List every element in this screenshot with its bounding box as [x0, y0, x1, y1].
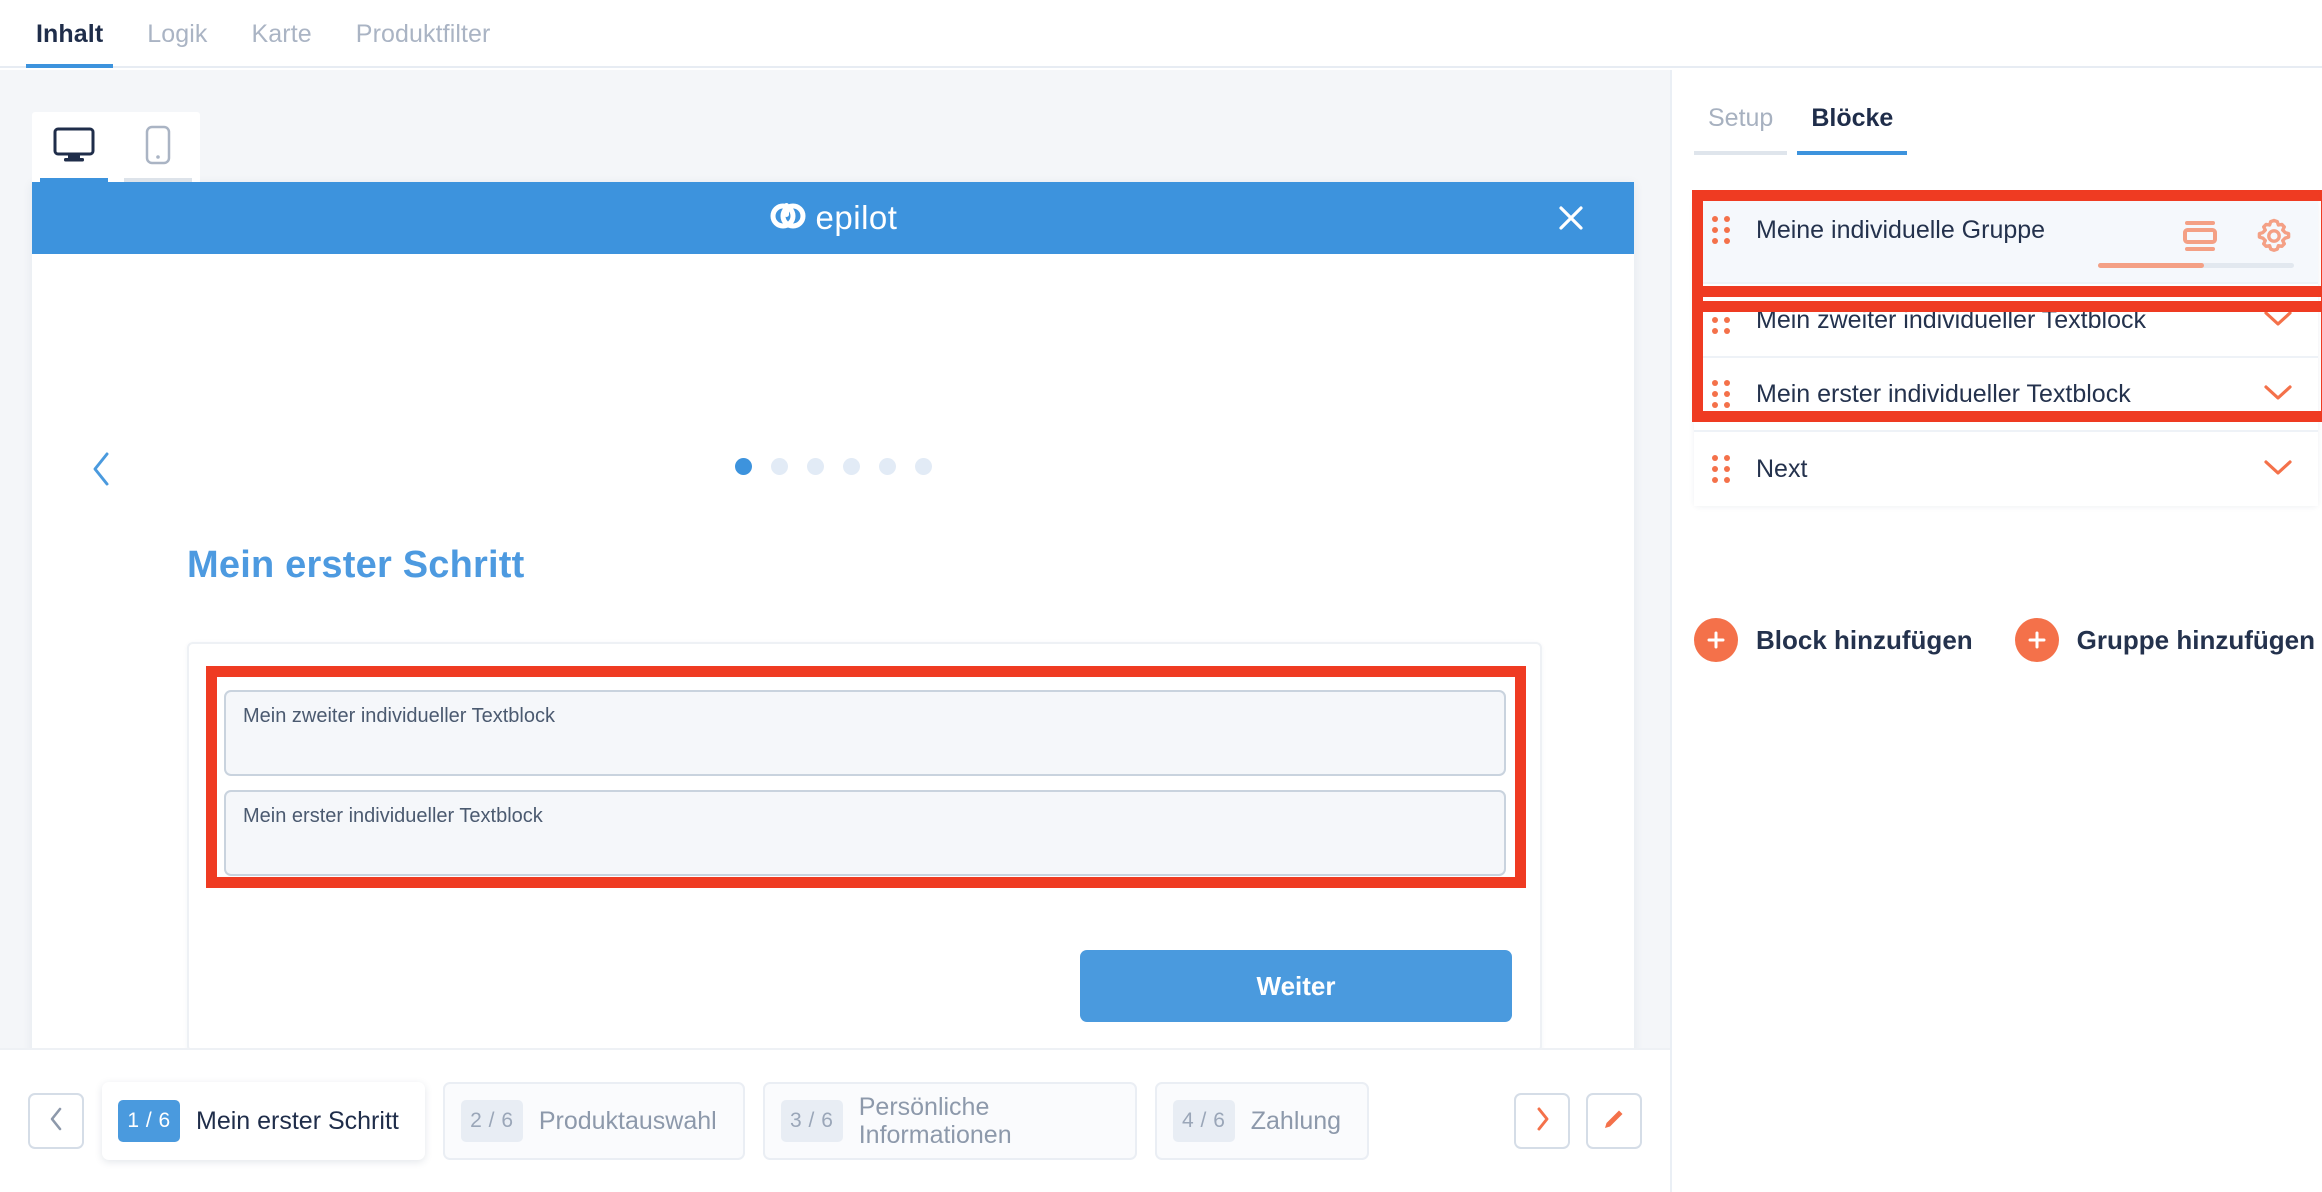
close-icon[interactable]: [1554, 201, 1588, 235]
step-chip-1-number: 1 / 6: [118, 1100, 180, 1142]
step-navigator: 1 / 6 Mein erster Schritt 2 / 6 Produkta…: [0, 1048, 1670, 1192]
preview-body: Mein erster Schritt Mein zweiter individ…: [32, 254, 1634, 1088]
block-row-3[interactable]: Next: [1694, 432, 2318, 506]
tab-produktfilter-label: Produktfilter: [355, 19, 491, 48]
epilot-logo: epilot: [769, 197, 898, 240]
textblock-input-1[interactable]: Mein zweiter individueller Textblock: [224, 690, 1506, 776]
editor-region: epilot Mein erster Schritt Mein zweiter …: [0, 70, 1670, 1192]
step-chip-3-label: Persönliche Informationen: [858, 1093, 1012, 1149]
tab-produktfilter[interactable]: Produktfilter: [334, 0, 513, 68]
layout-rows-icon[interactable]: [2180, 218, 2220, 259]
step-chip-3[interactable]: 3 / 6 Persönliche Informationen: [762, 1082, 1137, 1160]
mobile-phone-icon: [145, 125, 171, 170]
tab-karte-label: Karte: [251, 19, 312, 48]
block-row-3-label: Next: [1756, 454, 1808, 483]
step-chip-4-number: 4 / 6: [1172, 1100, 1235, 1142]
drag-handle-icon[interactable]: [1712, 216, 1738, 244]
top-tab-bar: Inhalt Logik Karte Produktfilter: [0, 0, 2322, 68]
chevron-down-icon[interactable]: [2262, 457, 2294, 482]
step-progress-dots: [32, 458, 1634, 475]
tab-bloecke[interactable]: Blöcke: [1797, 98, 1908, 155]
edit-steps-button[interactable]: [1586, 1093, 1642, 1149]
journey-preview: epilot Mein erster Schritt Mein zweiter …: [32, 182, 1634, 1088]
drag-handle-icon[interactable]: [1712, 380, 1738, 408]
block-row-2[interactable]: Mein erster individueller Textblock: [1694, 358, 2318, 432]
blocks-side-panel: Setup Blöcke Meine individuelle Gruppe M…: [1670, 70, 2322, 1192]
tab-karte[interactable]: Karte: [230, 0, 334, 68]
step-dot-5[interactable]: [878, 458, 896, 475]
step-next-button[interactable]: [1514, 1093, 1570, 1149]
step-dot-1[interactable]: [734, 458, 752, 475]
step-prev-button[interactable]: [28, 1093, 84, 1149]
block-list: Meine individuelle Gruppe Mein zweiter i…: [1694, 198, 2318, 506]
add-block-label: Block hinzufügen: [1756, 624, 1973, 655]
step-dot-2[interactable]: [770, 458, 788, 475]
drag-handle-icon[interactable]: [1712, 455, 1738, 483]
step-chip-1-label: Mein erster Schritt: [196, 1107, 399, 1135]
device-desktop-button[interactable]: [32, 112, 116, 182]
submit-button[interactable]: Weiter: [1080, 950, 1512, 1022]
step-chip-3-number: 3 / 6: [780, 1100, 843, 1142]
plus-icon: [2014, 618, 2059, 662]
block-row-1-label: Mein zweiter individueller Textblock: [1756, 305, 2146, 334]
add-block-button[interactable]: Block hinzufügen: [1694, 618, 1973, 662]
block-group-row[interactable]: Meine individuelle Gruppe: [1694, 198, 2318, 284]
chevron-down-icon[interactable]: [2262, 308, 2294, 333]
tab-setup-label: Setup: [1708, 104, 1774, 132]
tab-logik[interactable]: Logik: [125, 0, 229, 68]
tab-setup[interactable]: Setup: [1694, 98, 1788, 155]
add-group-label: Gruppe hinzufügen: [2076, 624, 2315, 655]
device-toggle: [32, 112, 200, 182]
device-mobile-button[interactable]: [116, 112, 200, 182]
tab-logik-label: Logik: [147, 19, 208, 48]
gear-icon[interactable]: [2254, 216, 2294, 261]
plus-icon: [1694, 618, 1738, 662]
textblock-input-2[interactable]: Mein erster individueller Textblock: [224, 790, 1506, 876]
panel-tabs: Setup Blöcke: [1672, 70, 2322, 155]
page-title: Mein erster Schritt: [187, 544, 525, 586]
chevron-down-icon[interactable]: [2262, 382, 2294, 407]
tab-bloecke-label: Blöcke: [1811, 104, 1894, 132]
tab-inhalt-label: Inhalt: [36, 19, 104, 48]
step-chip-2-label: Produktauswahl: [538, 1107, 717, 1135]
app-root: Inhalt Logik Karte Produktfilter epilot …: [0, 0, 2322, 1192]
step-chip-2[interactable]: 2 / 6 Produktauswahl: [442, 1082, 745, 1160]
block-group-label: Meine individuelle Gruppe: [1756, 216, 2046, 244]
add-group-button[interactable]: Gruppe hinzufügen: [2014, 618, 2315, 662]
drag-handle-icon[interactable]: [1712, 306, 1738, 334]
block-row-1[interactable]: Mein zweiter individueller Textblock: [1694, 284, 2318, 358]
epilot-wordmark: epilot: [815, 199, 898, 236]
step-dot-6[interactable]: [914, 458, 932, 475]
step-chip-2-number: 2 / 6: [460, 1100, 523, 1142]
chevron-right-icon: [1534, 1106, 1550, 1137]
tab-inhalt[interactable]: Inhalt: [14, 0, 125, 68]
block-row-2-label: Mein erster individueller Textblock: [1756, 379, 2131, 408]
step-chip-4[interactable]: 4 / 6 Zahlung: [1154, 1082, 1370, 1160]
chevron-left-icon: [48, 1106, 64, 1137]
add-actions: Block hinzufügen Gruppe hinzufügen: [1694, 618, 2315, 662]
step-dot-4[interactable]: [842, 458, 860, 475]
step-chip-4-label: Zahlung: [1250, 1107, 1342, 1135]
step-chip-1[interactable]: 1 / 6 Mein erster Schritt: [102, 1082, 425, 1160]
step-dot-3[interactable]: [806, 458, 824, 475]
desktop-monitor-icon: [53, 127, 95, 168]
group-tab-underline: [2098, 263, 2294, 268]
pencil-edit-icon: [1600, 1105, 1628, 1138]
preview-header: epilot: [32, 182, 1634, 254]
epilot-mark-icon: [769, 197, 807, 240]
